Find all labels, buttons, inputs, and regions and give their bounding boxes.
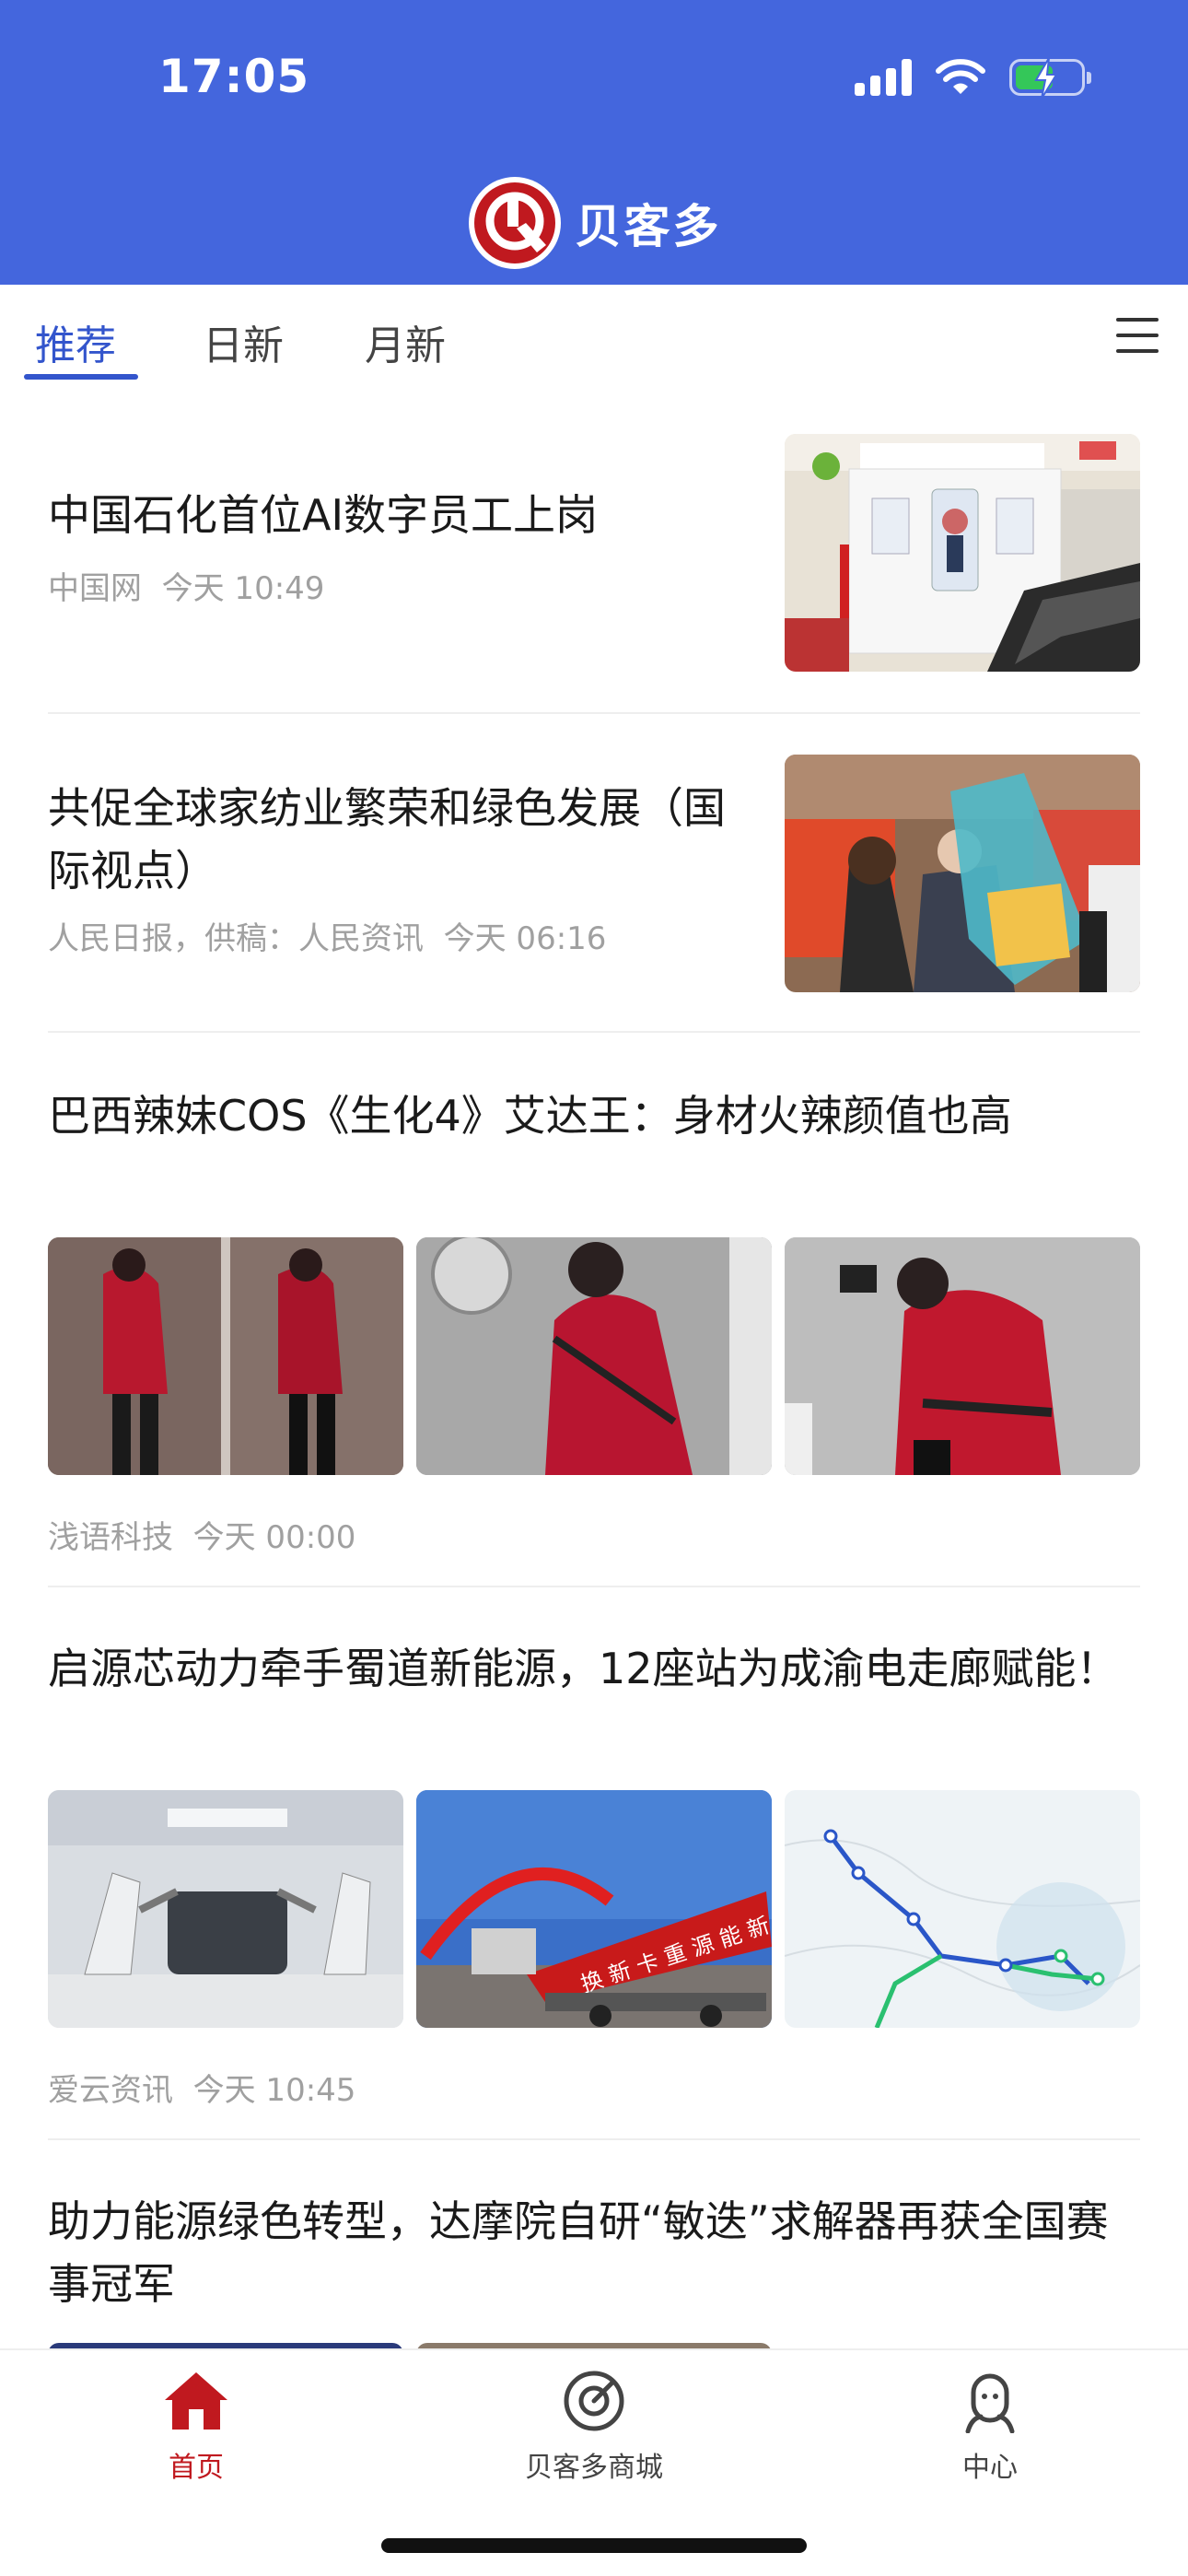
home-icon [165,2372,227,2430]
brand: 贝客多 [0,175,1188,271]
news-thumbnail[interactable] [785,755,1140,992]
news-source: 中国网 [48,570,142,607]
status-time: 17:05 [158,50,310,103]
news-title[interactable]: 助力能源绿色转型，达摩院自研“敏迭”求解器再获全国赛事冠军 [48,2190,1140,2315]
news-item[interactable]: 助力能源绿色转型，达摩院自研“敏迭”求解器再获全国赛事冠军 [48,2190,1140,2315]
news-source: 浅语科技 [48,1519,173,1556]
app-name: 贝客多 [575,200,722,253]
mall-icon [564,2371,624,2431]
category-tabs: 推荐 日新 月新 [0,285,1188,386]
active-tab-indicator [24,374,138,380]
wifi-icon [936,59,985,94]
nav-label: 中心 [962,2452,1018,2484]
nav-mall[interactable]: 贝客多商城 [474,2369,714,2485]
status-icons [855,58,1091,99]
app-logo-icon [468,177,561,269]
nav-label: 首页 [169,2452,224,2484]
battery-charging-icon [1009,58,1091,99]
news-title[interactable]: 共促全球家纺业繁荣和绿色发展（国际视点） [48,777,748,902]
news-source: 爱云资讯 [48,2072,173,2109]
tab-daily[interactable]: 日新 [203,312,284,371]
news-title[interactable]: 中国石化首位AI数字员工上岗 [48,484,748,546]
news-image[interactable] [48,1237,403,1475]
news-meta: 爱云资讯 今天 10:45 [48,2065,355,2110]
news-time: 今天 00:00 [192,1519,356,1556]
news-title[interactable]: 巴西辣妹COS《生化4》艾达王：身材火辣颜值也高 [48,1084,1140,1147]
news-item[interactable]: 启源芯动力牵手蜀道新能源，12座站为成渝电走廊赋能！ [48,1637,1140,1700]
news-time: 今天 06:16 [443,920,607,957]
profile-icon [965,2373,1015,2434]
news-image[interactable] [785,1790,1140,2028]
news-image[interactable] [416,1237,772,1475]
news-meta: 人民日报，供稿：人民资讯 今天 06:16 [48,913,748,958]
home-indicator [381,2538,807,2553]
divider [48,1031,1140,1033]
tab-monthly[interactable]: 月新 [365,312,446,371]
news-meta: 浅语科技 今天 00:00 [48,1512,355,1557]
news-time: 今天 10:45 [192,2072,356,2109]
news-image[interactable] [48,1790,403,2028]
nav-profile[interactable]: 中心 [870,2369,1110,2485]
news-source: 人民日报，供稿：人民资讯 [48,920,424,957]
signal-icon [855,59,912,96]
divider [48,1586,1140,1587]
news-item[interactable]: 巴西辣妹COS《生化4》艾达王：身材火辣颜值也高 [48,1084,1140,1147]
app-header: 17:05 贝客多 [0,0,1188,285]
nav-label: 贝客多商城 [525,2452,663,2484]
news-meta: 中国网 今天 10:49 [48,563,748,608]
news-title[interactable]: 启源芯动力牵手蜀道新能源，12座站为成渝电走廊赋能！ [48,1637,1140,1700]
nav-home[interactable]: 首页 [76,2369,316,2485]
news-image[interactable] [785,1237,1140,1475]
news-time: 今天 10:49 [161,570,325,607]
news-item[interactable]: 共促全球家纺业繁荣和绿色发展（国际视点） 人民日报，供稿：人民资讯 今天 06:… [48,777,748,958]
news-thumbnail[interactable] [785,434,1140,672]
menu-icon[interactable] [1116,318,1159,353]
divider [48,712,1140,714]
divider [48,2138,1140,2140]
tab-recommend[interactable]: 推荐 [35,312,116,371]
news-feed: 中国石化首位AI数字员工上岗 中国网 今天 10:49 共促全球家纺业繁荣和绿色… [0,386,1188,2348]
news-image[interactable]: 换 新 卡 重 源 能 新 [416,1790,772,2028]
news-item[interactable]: 中国石化首位AI数字员工上岗 中国网 今天 10:49 [48,484,748,608]
